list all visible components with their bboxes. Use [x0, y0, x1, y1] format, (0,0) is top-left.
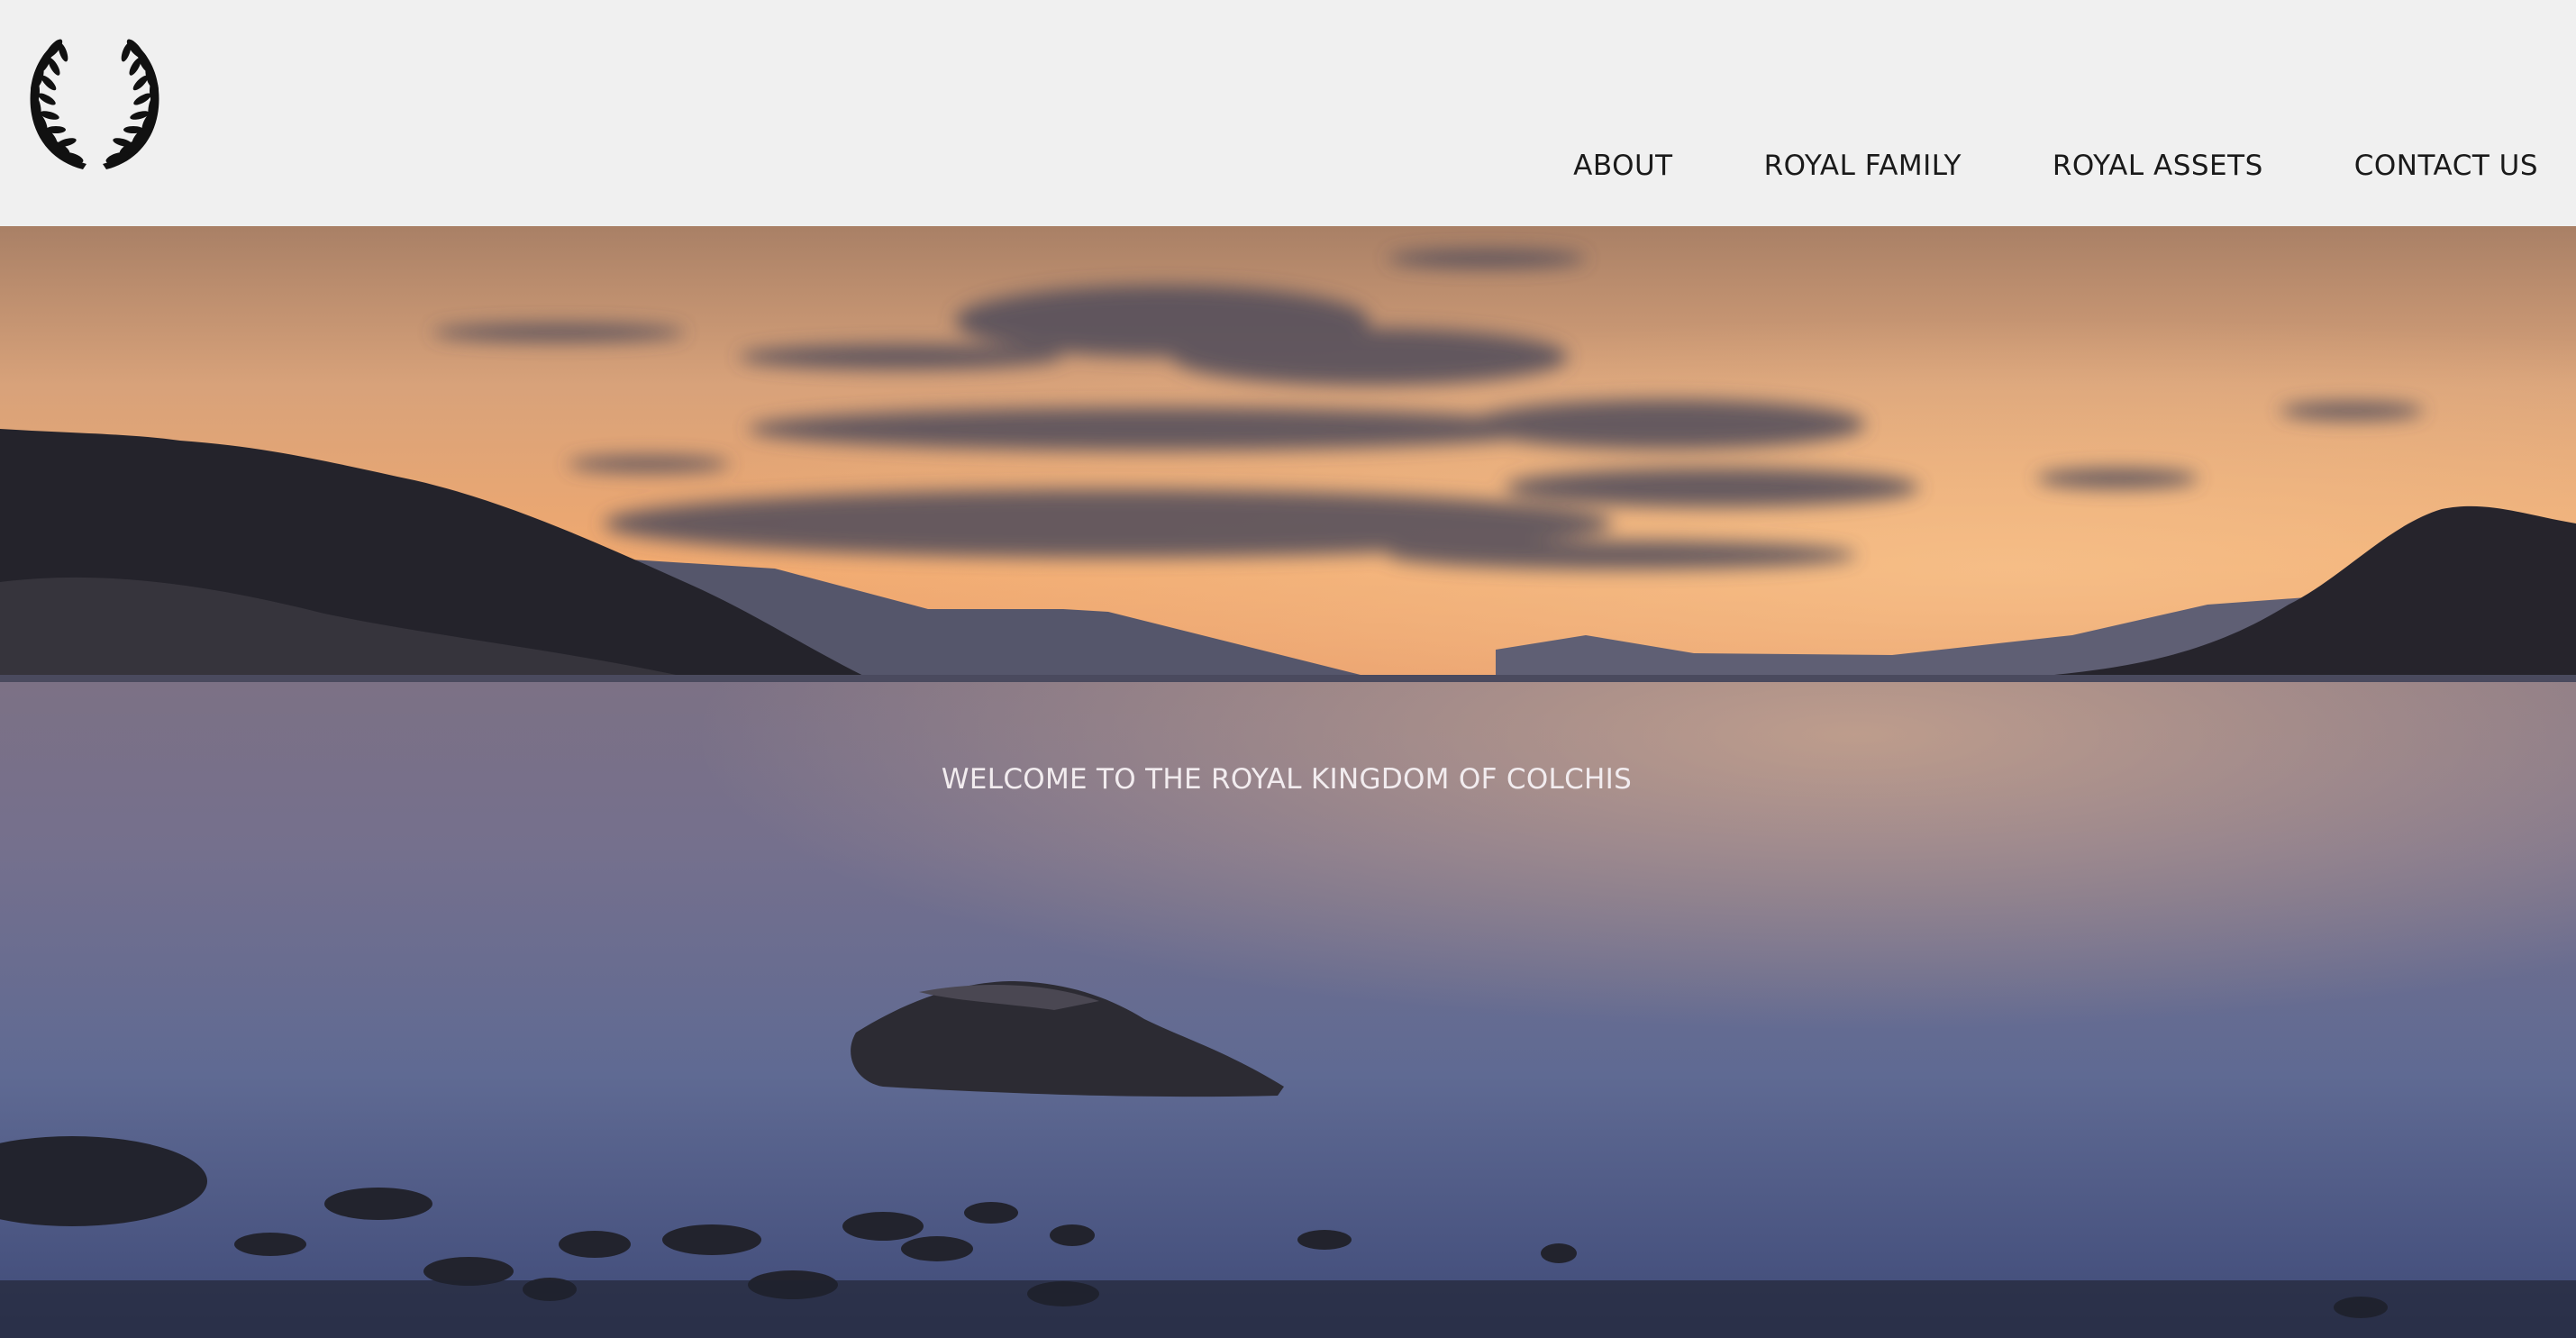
main-nav: ABOUT ROYAL FAMILY ROYAL ASSETS CONTACT …: [1573, 150, 2538, 182]
hero-banner: WELCOME TO THE ROYAL KINGDOM OF COLCHIS: [0, 226, 2576, 1338]
laurel-wreath-icon[interactable]: [20, 34, 169, 178]
site-header: ABOUT ROYAL FAMILY ROYAL ASSETS CONTACT …: [0, 0, 2576, 226]
nav-contact-us-link[interactable]: CONTACT US: [2354, 150, 2538, 182]
nav-royal-family-link[interactable]: ROYAL FAMILY: [1764, 150, 1962, 182]
nav-royal-assets-link[interactable]: ROYAL ASSETS: [2053, 150, 2263, 182]
hero-welcome-title: WELCOME TO THE ROYAL KINGDOM OF COLCHIS: [941, 763, 1633, 796]
nav-about-link[interactable]: ABOUT: [1573, 150, 1672, 182]
